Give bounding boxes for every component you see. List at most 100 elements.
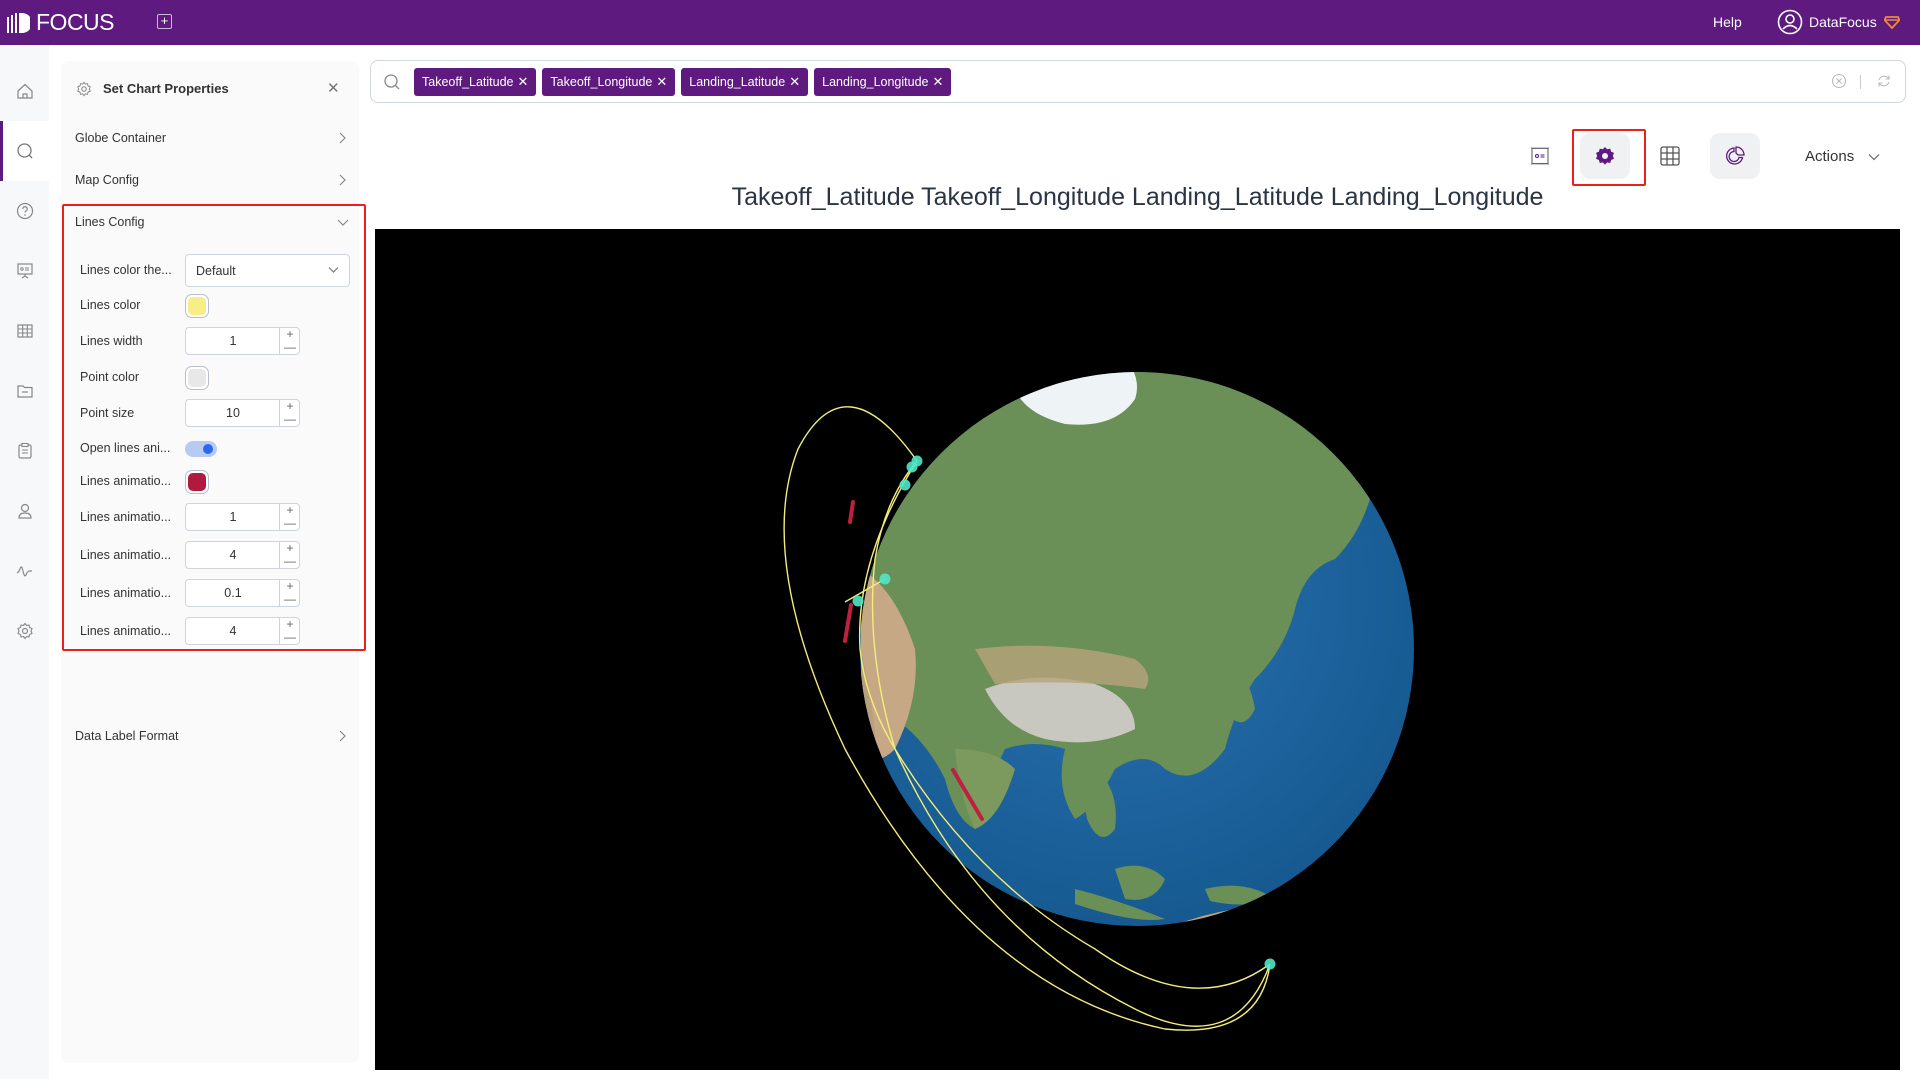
chip-label: Takeoff_Latitude <box>422 75 514 89</box>
chart-info-button[interactable] <box>1515 133 1565 179</box>
stepper-buttons: + — <box>279 328 299 354</box>
gear-icon <box>77 81 91 97</box>
brand-logo[interactable]: FOCUS <box>6 9 115 36</box>
search-chip[interactable]: Landing_Latitude ✕ <box>681 68 809 96</box>
chevron-right-icon <box>339 730 346 742</box>
section-globe-container[interactable]: Globe Container <box>61 119 359 159</box>
stepper-value[interactable]: 1 <box>186 334 280 348</box>
open-lines-animation-toggle[interactable] <box>185 441 217 457</box>
lines-color-swatch[interactable] <box>185 294 209 318</box>
lines-animation-color-swatch[interactable] <box>185 470 209 494</box>
clipboard-icon <box>17 442 32 459</box>
folder-icon <box>16 385 33 398</box>
point-size-stepper[interactable]: 10 + — <box>185 399 300 427</box>
actions-dropdown[interactable]: Actions <box>1805 148 1880 165</box>
section-label: Data Label Format <box>75 729 179 743</box>
decrement-button[interactable]: — <box>280 413 300 426</box>
logo-icon <box>7 12 30 33</box>
nav-monitor[interactable] <box>0 541 49 601</box>
open-lines-animation-row: Open lines ani... <box>80 432 350 466</box>
close-icon[interactable]: ✕ <box>327 79 340 97</box>
stepper-value[interactable]: 10 <box>186 406 280 420</box>
search-chip[interactable]: Landing_Longitude ✕ <box>814 68 952 96</box>
stepper-value[interactable]: 1 <box>186 510 280 524</box>
flight-point[interactable] <box>899 479 911 491</box>
nav-table[interactable] <box>0 301 49 361</box>
row-label: Lines color the... <box>80 263 172 277</box>
brand-name: FOCUS <box>36 9 115 35</box>
section-map-config[interactable]: Map Config <box>61 161 359 201</box>
section-label: Map Config <box>75 173 139 187</box>
row-label: Lines color <box>80 298 141 312</box>
chip-remove-icon[interactable]: ✕ <box>656 74 667 90</box>
nav-folder[interactable] <box>0 361 49 421</box>
help-link[interactable]: Help <box>1713 14 1742 30</box>
search-chips: Takeoff_Latitude ✕ Takeoff_Longitude ✕ Landi… <box>414 68 952 96</box>
panel-title: Set Chart Properties <box>103 81 229 96</box>
globe-svg[interactable] <box>375 229 1900 1070</box>
search-chip[interactable]: Takeoff_Longitude ✕ <box>542 68 676 96</box>
divider <box>1860 75 1861 89</box>
row-label: Lines animatio... <box>80 624 172 638</box>
table-view-button[interactable] <box>1645 133 1695 179</box>
lines-width-stepper[interactable]: 1 + — <box>185 327 300 355</box>
point-color-row: Point color <box>80 361 350 395</box>
nav-settings[interactable] <box>0 601 49 661</box>
row-label: Lines animatio... <box>80 586 172 600</box>
stepper-buttons: + — <box>279 580 299 606</box>
lines-animation-stepper-4[interactable]: 4 + — <box>185 617 300 645</box>
lines-animation-stepper-1[interactable]: 1 + — <box>185 503 300 531</box>
flight-point[interactable] <box>879 573 891 585</box>
top-bar: FOCUS + Help DataFocus <box>0 0 1920 45</box>
chip-remove-icon[interactable]: ✕ <box>789 74 800 90</box>
new-tab-button[interactable]: + <box>157 14 172 29</box>
decrement-button[interactable]: — <box>280 341 300 354</box>
globe-chart[interactable] <box>375 229 1900 1070</box>
search-chip[interactable]: Takeoff_Latitude ✕ <box>414 68 537 96</box>
nav-user[interactable] <box>0 481 49 541</box>
chart-type-button[interactable] <box>1710 133 1760 179</box>
search-bar[interactable]: Takeoff_Latitude ✕ Takeoff_Longitude ✕ Landi… <box>370 60 1906 103</box>
nav-help[interactable] <box>0 181 49 241</box>
grid-icon <box>1660 146 1680 166</box>
decrement-button[interactable]: — <box>280 555 300 568</box>
actions-label: Actions <box>1805 148 1855 165</box>
user-menu[interactable]: DataFocus <box>1777 9 1900 35</box>
chip-remove-icon[interactable]: ✕ <box>518 74 529 90</box>
stepper-value[interactable]: 4 <box>186 548 280 562</box>
grid-icon <box>16 324 33 338</box>
nav-home[interactable] <box>0 61 49 121</box>
chevron-right-icon <box>339 174 346 186</box>
section-data-label-format[interactable]: Data Label Format <box>61 717 359 757</box>
decrement-button[interactable]: — <box>280 517 300 530</box>
stepper-value[interactable]: 0.1 <box>186 586 280 600</box>
nav-dashboard[interactable] <box>0 241 49 301</box>
flight-point[interactable] <box>906 461 918 473</box>
clear-icon[interactable] <box>1831 73 1847 89</box>
decrement-button[interactable]: — <box>280 593 300 606</box>
nav-clipboard[interactable] <box>0 421 49 481</box>
chip-label: Takeoff_Longitude <box>550 75 653 89</box>
user-icon <box>17 503 32 519</box>
chip-label: Landing_Latitude <box>689 75 786 89</box>
row-label: Open lines ani... <box>80 441 171 455</box>
stepper-value[interactable]: 4 <box>186 624 280 638</box>
question-icon <box>16 202 33 220</box>
pulse-icon <box>16 566 32 577</box>
refresh-icon[interactable] <box>1876 73 1892 89</box>
chip-remove-icon[interactable]: ✕ <box>932 74 943 90</box>
decrement-button[interactable]: — <box>280 631 300 644</box>
lines-animation-stepper-3[interactable]: 0.1 + — <box>185 579 300 607</box>
lines-animation-row-4: Lines animatio... 4 + — <box>80 615 350 649</box>
flight-point[interactable] <box>1264 958 1276 970</box>
point-color-swatch[interactable] <box>185 366 209 390</box>
lines-animation-color-row: Lines animatio... <box>80 465 350 499</box>
stepper-buttons: + — <box>279 504 299 530</box>
lines-color-theme-select[interactable]: Default <box>185 254 350 287</box>
swatch-fill <box>188 297 206 315</box>
chart-title: Takeoff_Latitude Takeoff_Longitude Landi… <box>731 183 1544 211</box>
swatch-fill <box>188 369 206 387</box>
nav-search[interactable] <box>0 121 49 181</box>
flight-point[interactable] <box>852 595 864 607</box>
lines-animation-stepper-2[interactable]: 4 + — <box>185 541 300 569</box>
